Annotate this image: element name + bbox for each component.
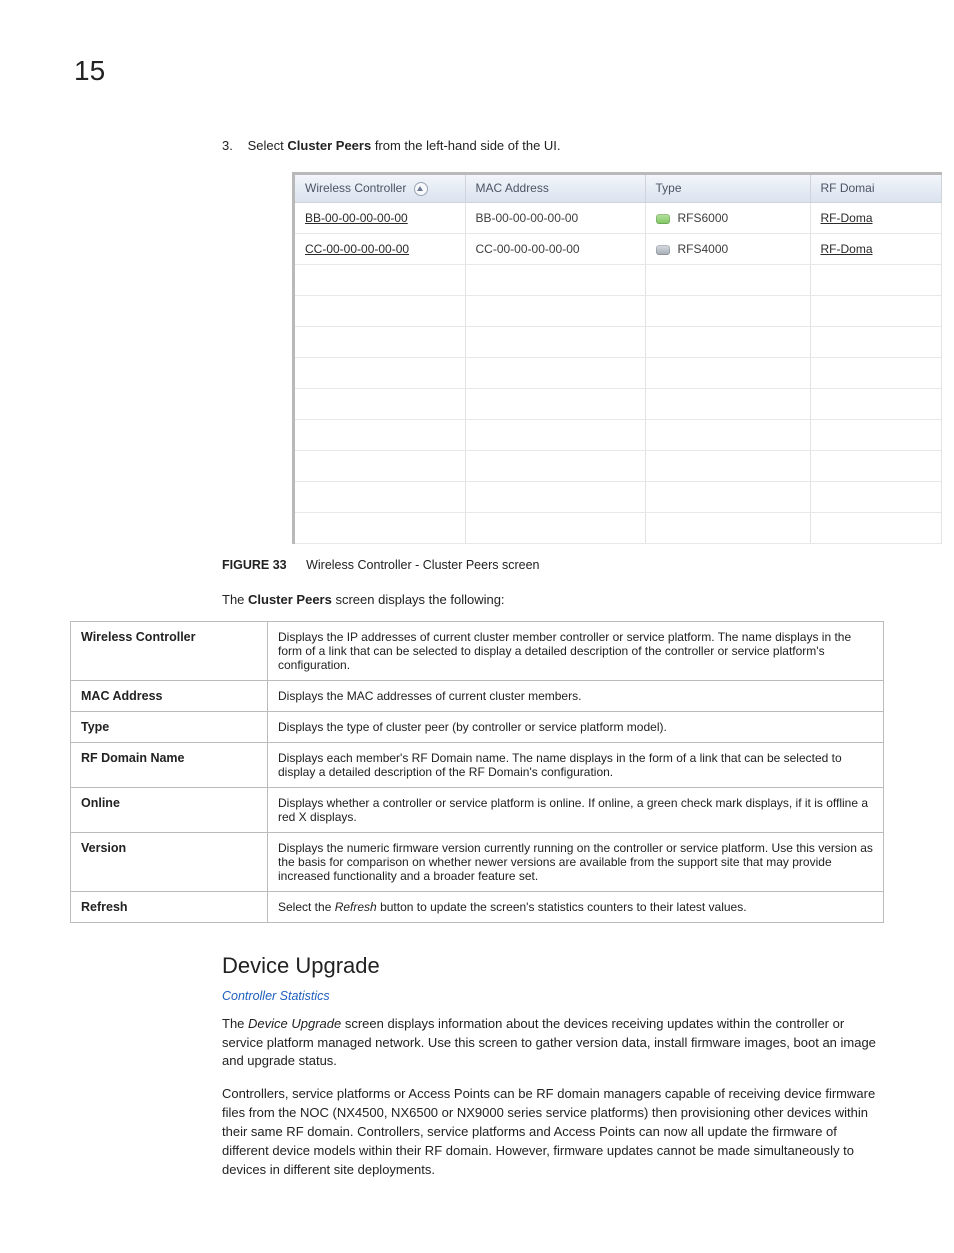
grid-row-empty bbox=[295, 295, 942, 326]
type-label: RFS4000 bbox=[678, 242, 729, 256]
section-heading-device-upgrade: Device Upgrade bbox=[222, 953, 884, 979]
instruction-bold: Cluster Peers bbox=[287, 138, 371, 153]
domain-cell[interactable]: RF-Doma bbox=[810, 202, 942, 233]
figure-label: FIGURE 33 bbox=[222, 558, 287, 572]
definition-desc: Displays the IP addresses of current clu… bbox=[268, 621, 884, 680]
paragraph: The Device Upgrade screen displays infor… bbox=[222, 1015, 884, 1072]
domain-link[interactable]: RF-Doma bbox=[821, 211, 873, 225]
grid-row-empty bbox=[295, 419, 942, 450]
instruction-text-after: from the left-hand side of the UI. bbox=[371, 138, 560, 153]
figure-caption-text: Wireless Controller - Cluster Peers scre… bbox=[306, 558, 539, 572]
grid-row-empty bbox=[295, 264, 942, 295]
definition-term: Version bbox=[71, 832, 268, 891]
definition-row: MAC Address Displays the MAC addresses o… bbox=[71, 680, 884, 711]
definition-term: Online bbox=[71, 787, 268, 832]
refresh-desc-italic: Refresh bbox=[335, 900, 377, 914]
grid-row-empty bbox=[295, 388, 942, 419]
instruction-number: 3. bbox=[222, 137, 244, 156]
grid-row[interactable]: BB-00-00-00-00-00 BB-00-00-00-00-00 RFS6… bbox=[295, 202, 942, 233]
domain-link[interactable]: RF-Doma bbox=[821, 242, 873, 256]
definition-row: Wireless Controller Displays the IP addr… bbox=[71, 621, 884, 680]
definition-desc: Displays each member's RF Domain name. T… bbox=[268, 742, 884, 787]
controller-cell[interactable]: CC-00-00-00-00-00 bbox=[295, 233, 465, 264]
refresh-desc-after: button to update the screen's statistics… bbox=[377, 900, 747, 914]
type-cell: RFS6000 bbox=[645, 202, 810, 233]
column-header-type[interactable]: Type bbox=[645, 175, 810, 202]
definitions-table: Wireless Controller Displays the IP addr… bbox=[70, 621, 884, 923]
column-header-wireless-controller[interactable]: Wireless Controller bbox=[295, 175, 465, 202]
definition-row: Version Displays the numeric firmware ve… bbox=[71, 832, 884, 891]
para1-italic: Device Upgrade bbox=[248, 1016, 341, 1031]
lead-paragraph: The Cluster Peers screen displays the fo… bbox=[222, 592, 884, 607]
definition-row: RF Domain Name Displays each member's RF… bbox=[71, 742, 884, 787]
definition-row: Online Displays whether a controller or … bbox=[71, 787, 884, 832]
page: 15 3. Select Cluster Peers from the left… bbox=[0, 0, 954, 1253]
definition-term: Refresh bbox=[71, 891, 268, 922]
lead-bold: Cluster Peers bbox=[248, 592, 332, 607]
definition-desc: Displays the numeric firmware version cu… bbox=[268, 832, 884, 891]
definition-row: Refresh Select the Refresh button to upd… bbox=[71, 891, 884, 922]
device-type-icon bbox=[656, 245, 670, 255]
page-number: 15 bbox=[74, 55, 884, 87]
device-type-icon bbox=[656, 214, 670, 224]
cluster-peers-grid: Wireless Controller MAC Address Type RF … bbox=[295, 175, 942, 544]
controller-link[interactable]: CC-00-00-00-00-00 bbox=[305, 242, 409, 256]
controller-cell[interactable]: BB-00-00-00-00-00 bbox=[295, 202, 465, 233]
mac-cell: CC-00-00-00-00-00 bbox=[465, 233, 645, 264]
column-header-mac-address[interactable]: MAC Address bbox=[465, 175, 645, 202]
definition-desc: Select the Refresh button to update the … bbox=[268, 891, 884, 922]
domain-cell[interactable]: RF-Doma bbox=[810, 233, 942, 264]
lead-after: screen displays the following: bbox=[332, 592, 505, 607]
grid-row[interactable]: CC-00-00-00-00-00 CC-00-00-00-00-00 RFS4… bbox=[295, 233, 942, 264]
refresh-desc-before: Select the bbox=[278, 900, 335, 914]
definition-desc: Displays the type of cluster peer (by co… bbox=[268, 711, 884, 742]
grid-row-empty bbox=[295, 357, 942, 388]
definition-desc: Displays whether a controller or service… bbox=[268, 787, 884, 832]
grid-row-empty bbox=[295, 481, 942, 512]
type-label: RFS6000 bbox=[678, 211, 729, 225]
grid-row-empty bbox=[295, 512, 942, 543]
para1-before: The bbox=[222, 1016, 248, 1031]
instruction-step: 3. Select Cluster Peers from the left-ha… bbox=[222, 137, 884, 156]
sort-asc-icon[interactable] bbox=[414, 182, 428, 196]
grid-header-row: Wireless Controller MAC Address Type RF … bbox=[295, 175, 942, 202]
controller-link[interactable]: BB-00-00-00-00-00 bbox=[305, 211, 408, 225]
definition-term: Wireless Controller bbox=[71, 621, 268, 680]
column-header-rf-domain[interactable]: RF Domai bbox=[810, 175, 942, 202]
breadcrumb-link[interactable]: Controller Statistics bbox=[222, 989, 884, 1003]
type-cell: RFS4000 bbox=[645, 233, 810, 264]
grid-row-empty bbox=[295, 326, 942, 357]
lead-before: The bbox=[222, 592, 248, 607]
instruction-text-before: Select bbox=[248, 138, 288, 153]
grid-row-empty bbox=[295, 450, 942, 481]
figure-caption: FIGURE 33 Wireless Controller - Cluster … bbox=[222, 558, 884, 572]
mac-cell: BB-00-00-00-00-00 bbox=[465, 202, 645, 233]
definition-term: RF Domain Name bbox=[71, 742, 268, 787]
definition-term: MAC Address bbox=[71, 680, 268, 711]
definition-desc: Displays the MAC addresses of current cl… bbox=[268, 680, 884, 711]
column-header-label: Wireless Controller bbox=[305, 181, 406, 195]
paragraph: Controllers, service platforms or Access… bbox=[222, 1085, 884, 1179]
definition-row: Type Displays the type of cluster peer (… bbox=[71, 711, 884, 742]
cluster-peers-screenshot: Wireless Controller MAC Address Type RF … bbox=[292, 172, 942, 544]
definition-term: Type bbox=[71, 711, 268, 742]
